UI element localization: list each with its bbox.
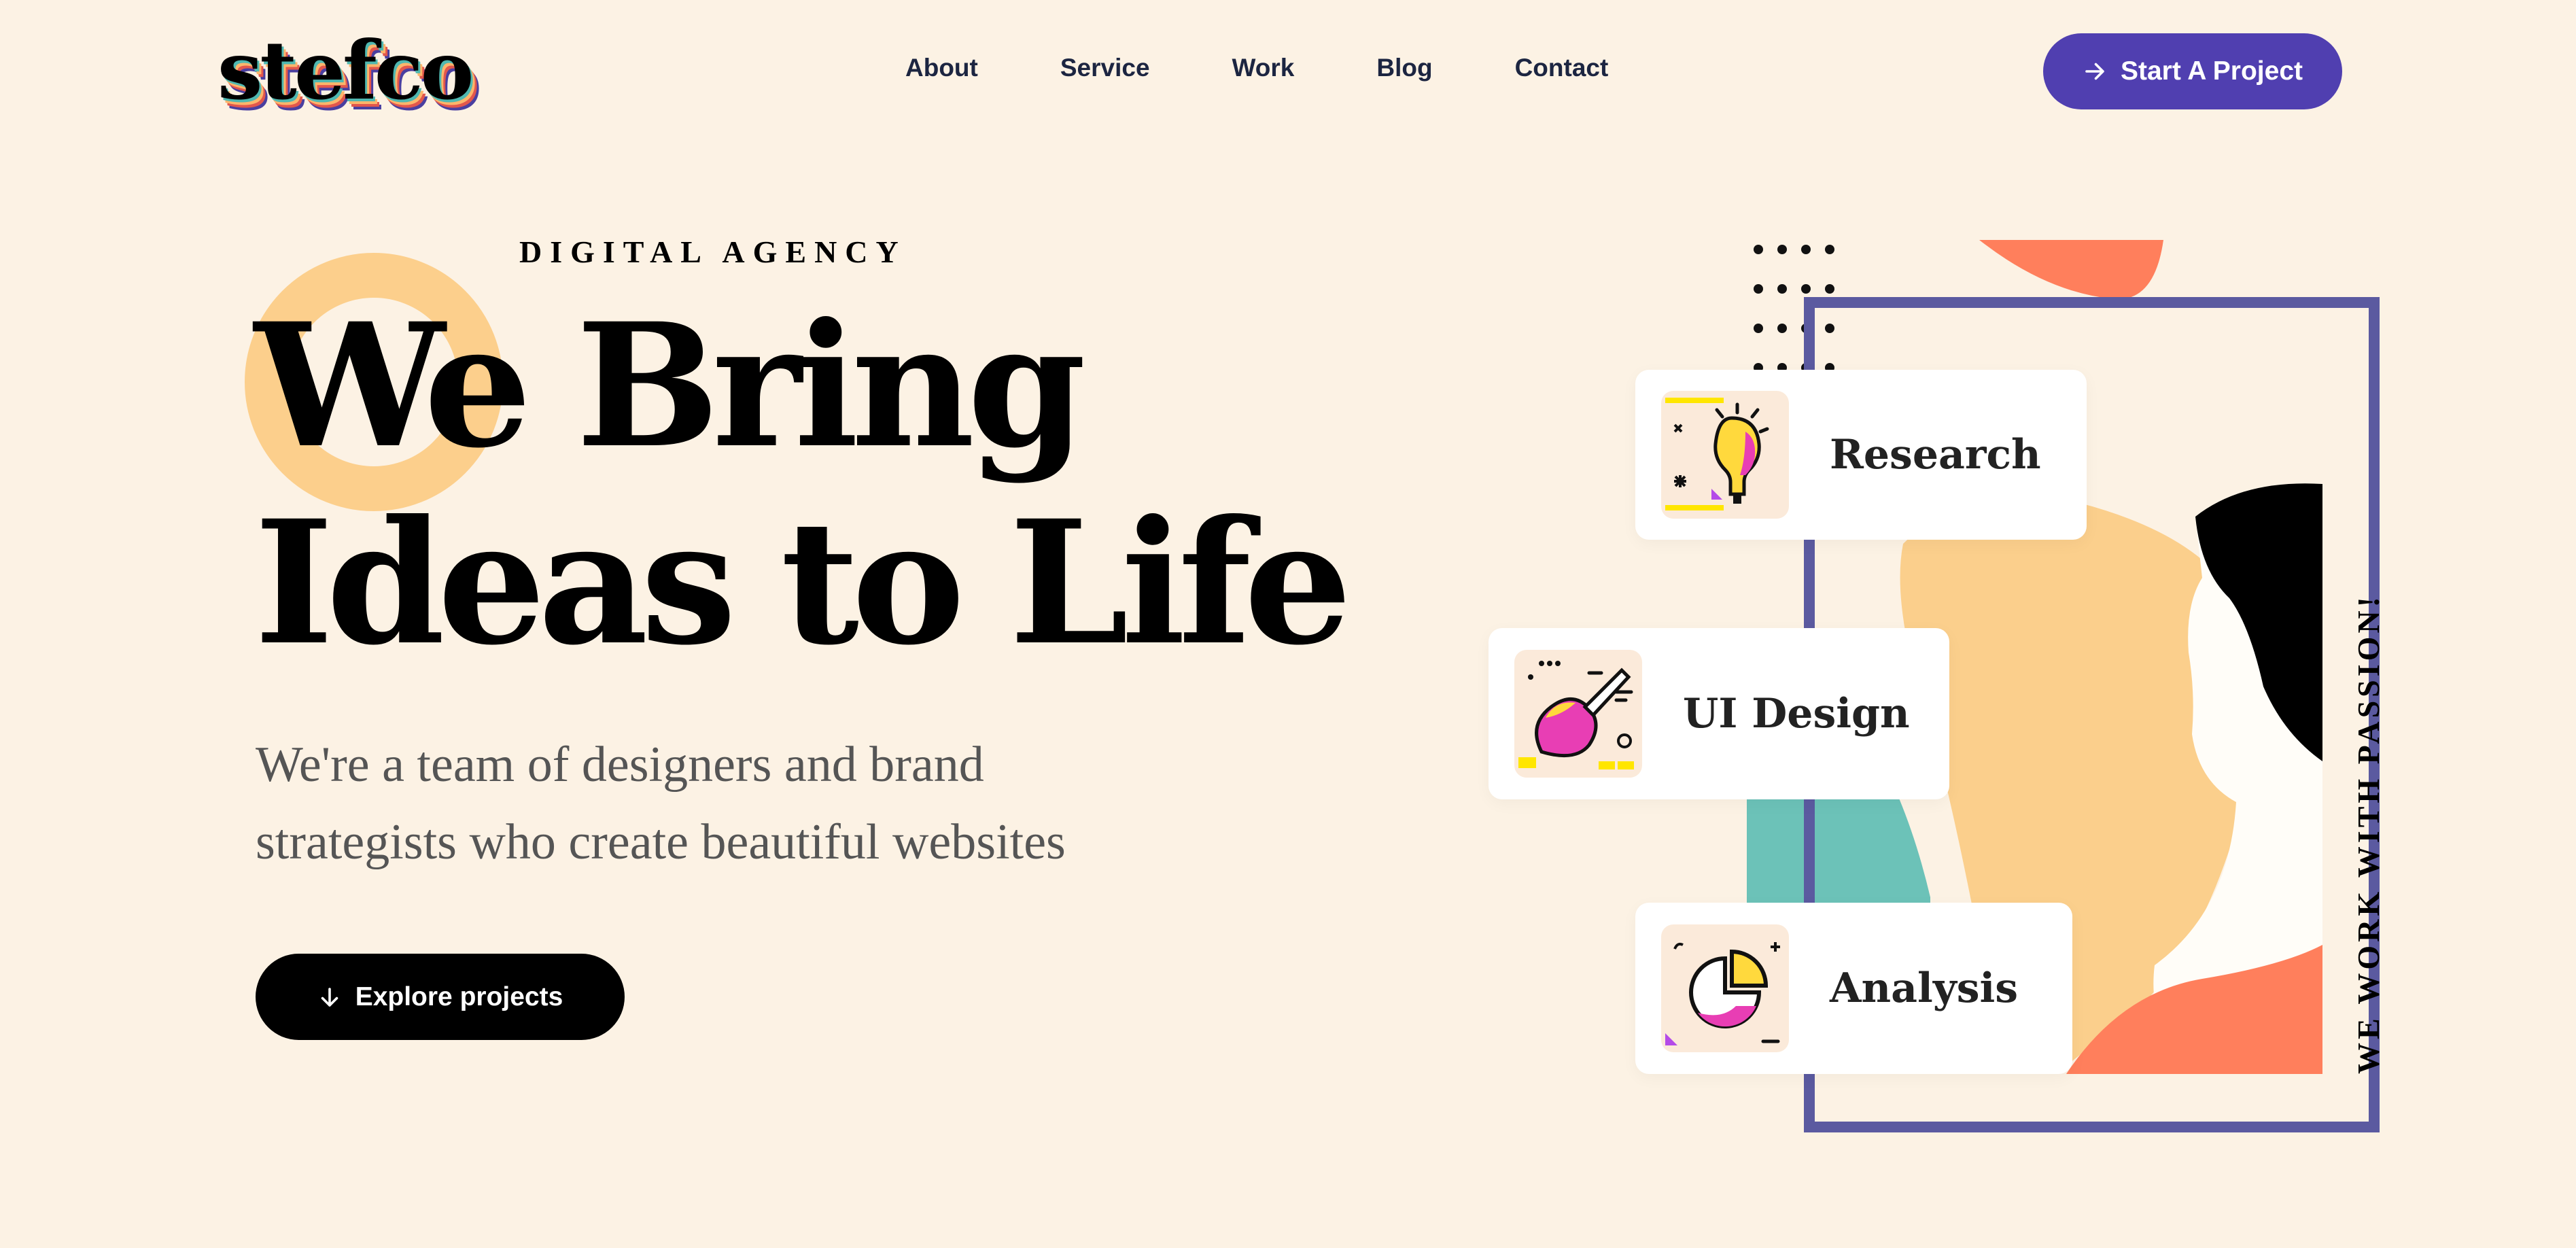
- start-project-label: Start A Project: [2120, 56, 2303, 86]
- service-card-ui-design[interactable]: UI Design: [1489, 628, 1949, 799]
- hero-headline: We Bring Ideas to Life: [254, 285, 1352, 682]
- hero-eyebrow: DIGITAL AGENCY: [519, 235, 907, 269]
- arrow-down-icon: [317, 985, 342, 1009]
- service-label-analysis: Analysis: [1830, 965, 2019, 1012]
- brand-logo[interactable]: stefco: [217, 31, 474, 111]
- headline-line-2: Ideas to Life: [254, 483, 1352, 682]
- paintbrush-icon: [1514, 650, 1642, 778]
- arrow-right-icon: [2083, 59, 2107, 84]
- service-label-research: Research: [1830, 431, 2041, 479]
- lightbulb-icon: [1661, 391, 1789, 519]
- nav-item-work[interactable]: Work: [1232, 53, 1295, 83]
- service-label-ui-design: UI Design: [1683, 690, 1910, 738]
- pie-chart-icon: [1661, 924, 1789, 1052]
- service-card-research[interactable]: Research: [1635, 370, 2087, 540]
- coral-wedge: [1979, 240, 2163, 300]
- service-card-analysis[interactable]: Analysis: [1635, 903, 2072, 1074]
- explore-projects-label: Explore projects: [355, 982, 563, 1011]
- nav-item-about[interactable]: About: [905, 53, 978, 83]
- hero-subcopy: We're a team of designers and brand stra…: [256, 737, 1066, 870]
- main-nav: About Service Work Blog Contact: [905, 53, 1608, 83]
- headline-line-1: We Bring: [254, 285, 1086, 485]
- start-project-button[interactable]: Start A Project: [2043, 33, 2342, 109]
- explore-projects-button[interactable]: Explore projects: [256, 954, 625, 1040]
- vertical-tagline: WE WORK WITH PASSION!: [2351, 593, 2386, 1074]
- dot-grid: [1754, 245, 1834, 372]
- nav-item-service[interactable]: Service: [1060, 53, 1150, 83]
- nav-item-contact[interactable]: Contact: [1515, 53, 1609, 83]
- nav-item-blog[interactable]: Blog: [1376, 53, 1432, 83]
